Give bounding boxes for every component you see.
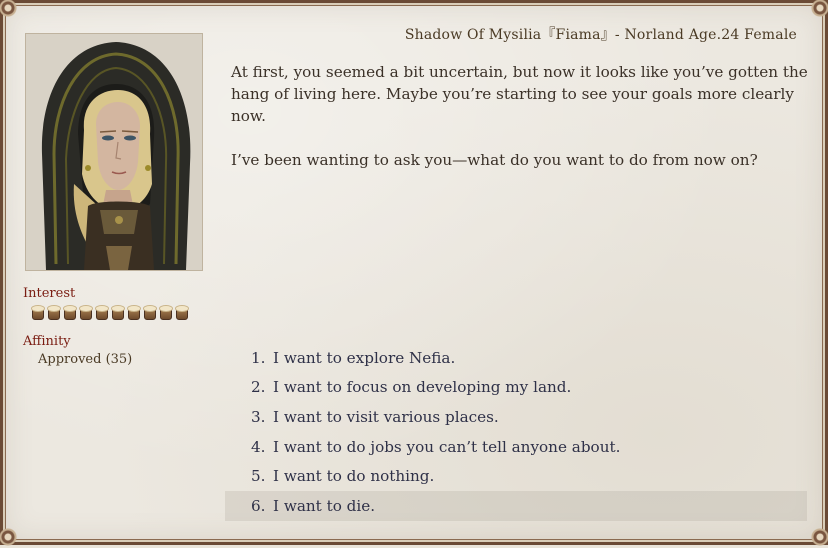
mug-icon — [127, 304, 142, 320]
choice-text: I want to visit various places. — [273, 407, 499, 426]
mug-icon — [47, 304, 62, 320]
dialogue-paragraph: I’ve been wanting to ask you—what do you… — [231, 151, 758, 169]
choice-secret-jobs[interactable]: 4. I want to do jobs you can’t tell anyo… — [225, 432, 807, 462]
mug-icon — [31, 304, 46, 320]
choice-list: 1. I want to explore Nefia. 2. I want to… — [225, 343, 807, 521]
choice-die[interactable]: 6. I want to die. — [225, 490, 807, 521]
mug-icon — [63, 304, 78, 320]
choice-text: I want to explore Nefia. — [273, 348, 456, 367]
choice-text: I want to do jobs you can’t tell anyone … — [273, 437, 621, 456]
choice-number: 5. — [251, 467, 266, 486]
mug-icon — [111, 304, 126, 320]
dialog-window: Shadow Of Mysilia『Fiama』- Norland Age.24… — [0, 0, 828, 548]
choice-text: I want to die. — [273, 496, 376, 515]
choice-text: I want to focus on developing my land. — [273, 378, 572, 397]
choice-do-nothing[interactable]: 5. I want to do nothing. — [225, 461, 807, 491]
choice-number: 6. — [251, 496, 266, 515]
choice-number: 1. — [251, 348, 266, 367]
corner-ornament — [0, 0, 19, 19]
mug-icon — [95, 304, 110, 320]
affinity-label: Affinity — [23, 334, 71, 349]
choice-visit-places[interactable]: 3. I want to visit various places. — [225, 402, 807, 432]
choice-number: 4. — [251, 437, 266, 456]
interest-meter — [31, 304, 190, 320]
character-info: Shadow Of Mysilia『Fiama』- Norland Age.24… — [404, 27, 797, 43]
interest-label: Interest — [23, 286, 76, 301]
mug-icon — [175, 304, 190, 320]
hooded-woman-portrait — [26, 34, 202, 270]
mug-icon — [159, 304, 174, 320]
choice-number: 3. — [251, 407, 266, 426]
choice-explore-nefia[interactable]: 1. I want to explore Nefia. — [225, 343, 807, 373]
choice-text: I want to do nothing. — [273, 467, 435, 486]
choice-number: 2. — [251, 378, 266, 397]
affinity-value: Approved (35) — [38, 352, 133, 367]
corner-ornament — [809, 0, 828, 19]
choice-develop-land[interactable]: 2. I want to focus on developing my land… — [225, 373, 807, 403]
character-portrait — [25, 33, 203, 271]
mug-icon — [79, 304, 94, 320]
mug-icon — [143, 304, 158, 320]
dialogue-text: At first, you seemed a bit uncertain, bu… — [231, 61, 811, 193]
dialogue-paragraph: At first, you seemed a bit uncertain, bu… — [231, 63, 808, 125]
